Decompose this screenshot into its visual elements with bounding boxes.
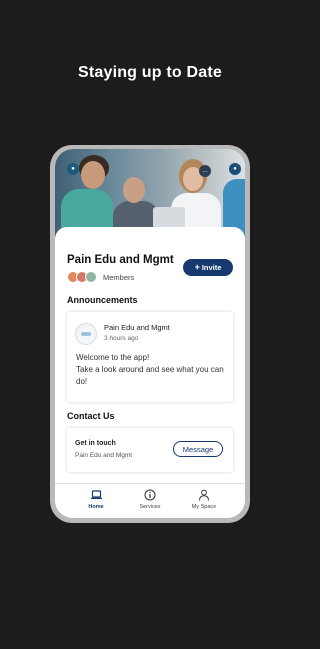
post-line-2: Take a look around and see what you can … <box>76 365 224 386</box>
tab-home-label: Home <box>88 504 104 510</box>
tab-my-space-label: My Space <box>191 504 217 510</box>
laptop-icon <box>71 489 121 501</box>
announcements-title: Announcements <box>67 295 138 305</box>
app-screen: ● … ● Pain Edu and Mgmt Members + Invite… <box>55 149 245 518</box>
tab-services-label: Services <box>139 504 161 510</box>
members-row[interactable]: Members <box>67 271 134 283</box>
plus-icon: + <box>194 262 200 272</box>
photo-badge-icon: … <box>199 165 211 177</box>
announcement-card[interactable]: Pain Edu and Mgmt 3 hours ago Welcome to… <box>67 312 233 402</box>
contact-card: Get in touch Pain Edu and Mgmt Message <box>67 428 233 472</box>
contact-subtitle: Pain Edu and Mgmt <box>75 452 133 459</box>
phone-frame: ● … ● Pain Edu and Mgmt Members + Invite… <box>50 145 250 523</box>
photo-badge-icon: ● <box>67 163 79 175</box>
author-avatar <box>75 323 97 345</box>
contact-title: Contact Us <box>67 411 115 421</box>
invite-label: Invite <box>201 263 222 272</box>
post-line-1: Welcome to the app! <box>76 353 150 362</box>
person-icon <box>179 489 229 501</box>
page-headline: Staying up to Date <box>77 64 223 81</box>
contact-heading: Get in touch <box>75 440 116 447</box>
hero-photo: ● … ● <box>55 149 245 239</box>
message-button[interactable]: Message <box>173 441 223 457</box>
post-body: Welcome to the app! Take a look around a… <box>76 352 228 388</box>
members-label: Members <box>103 272 135 282</box>
tab-my-space[interactable]: My Space <box>179 489 229 510</box>
member-avatar <box>85 271 97 283</box>
info-icon <box>125 489 175 501</box>
invite-button[interactable]: + Invite <box>183 259 233 276</box>
post-author: Pain Edu and Mgmt <box>104 323 170 332</box>
group-title: Pain Edu and Mgmt <box>67 254 174 266</box>
tab-services[interactable]: Services <box>125 489 175 510</box>
bottom-tab-bar: Home Services My Space <box>55 483 245 518</box>
post-timestamp: 3 hours ago <box>104 335 139 342</box>
tab-home[interactable]: Home <box>71 489 121 510</box>
photo-badge-icon: ● <box>229 163 241 175</box>
